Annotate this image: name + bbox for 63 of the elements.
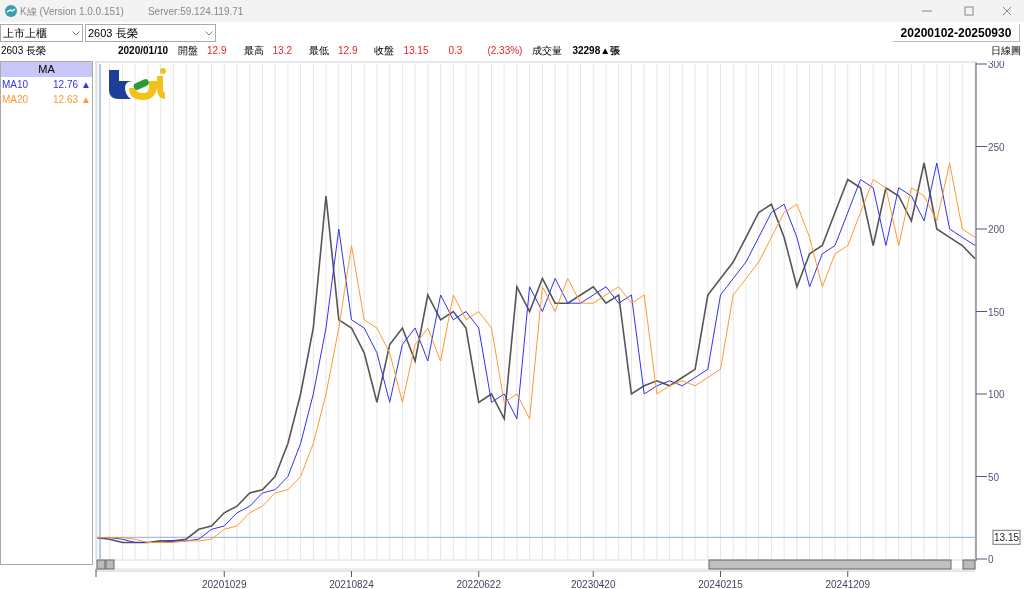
quote-label: 最低 xyxy=(309,43,329,58)
price-change-percent: (2.33%) xyxy=(487,43,523,58)
y-axis-tick: 200 xyxy=(975,224,1005,235)
volume-label: 成交量 xyxy=(532,43,563,58)
quote-date: 2020/01/10 xyxy=(118,43,169,58)
y-tick-label: 150 xyxy=(988,306,1006,318)
x-tick-label: 20210824 xyxy=(329,579,375,589)
scrollbar-button[interactable] xyxy=(96,559,106,570)
y-tick-label: 50 xyxy=(988,471,1000,483)
y-axis-tick: 100 xyxy=(975,389,1005,400)
scrollbar-thumb[interactable] xyxy=(708,559,952,570)
x-axis-tick: 20241209 xyxy=(825,570,870,589)
price-label: 13.15 xyxy=(992,529,1021,545)
scrollbar-button[interactable] xyxy=(105,559,115,570)
quote-label: 開盤 xyxy=(178,43,199,58)
window-title: K線 (Version 1.0.0.151) xyxy=(20,4,124,19)
indicator-value: 12.76 xyxy=(53,78,79,92)
trend-arrow: ▲ xyxy=(81,78,91,92)
chevron-down-icon xyxy=(205,30,213,36)
trend-arrow: ▲ xyxy=(81,93,91,107)
quote-value: 13.2 xyxy=(272,43,292,58)
dropdown[interactable]: 2603 長榮 xyxy=(85,24,216,42)
quote-value: 12.9 xyxy=(207,43,227,58)
quote-label: 收盤 xyxy=(374,43,395,58)
scrollbar-button[interactable] xyxy=(962,559,976,570)
maximize-icon[interactable] xyxy=(964,6,974,16)
x-tick-label: 20230420 xyxy=(571,579,616,589)
app-icon xyxy=(5,5,17,17)
indicator-name: MA20 xyxy=(2,93,29,107)
indicator-name: MA10 xyxy=(2,78,29,92)
panel-header: MA xyxy=(1,62,92,77)
y-axis-tick: 50 xyxy=(975,471,1000,483)
y-axis-tick: 250 xyxy=(975,141,1005,153)
x-axis-tick: 20210824 xyxy=(329,570,374,589)
quote-value: 13.15 xyxy=(403,43,429,58)
y-axis-tick: 300 xyxy=(975,61,1005,70)
close-icon[interactable] xyxy=(1002,6,1012,16)
y-tick-label: 200 xyxy=(988,224,1006,235)
x-axis-tick: 20230420 xyxy=(571,570,616,589)
indicator-value: 12.63 xyxy=(53,93,79,107)
price-change: 0.3 xyxy=(448,43,463,58)
x-axis-tick: 20220622 xyxy=(456,570,501,589)
y-axis-tick: 150 xyxy=(975,306,1005,318)
x-axis-tick: 20201029 xyxy=(202,570,247,589)
quote-value: 12.9 xyxy=(338,43,358,58)
server-address: Server:59.124.119.71 xyxy=(147,4,244,19)
chevron-down-icon xyxy=(72,30,80,36)
x-tick-label: 20201029 xyxy=(202,579,247,589)
dropdown[interactable]: 上市上櫃 xyxy=(0,24,83,42)
chart-type-label: 日線圖 xyxy=(991,43,1021,58)
y-tick-label: 100 xyxy=(988,389,1006,400)
y-tick-label: 0 xyxy=(988,554,994,565)
x-tick-label: 20241209 xyxy=(825,579,871,589)
x-tick-label: 20240215 xyxy=(698,579,744,589)
stock-symbol: 2603 長榮 xyxy=(0,43,48,58)
x-axis-tick: 20240215 xyxy=(698,570,743,589)
y-tick-label: 300 xyxy=(988,59,1006,70)
quote-label: 最高 xyxy=(243,43,264,58)
y-axis-tick: 0 xyxy=(975,554,994,565)
x-tick-label: 20220622 xyxy=(456,579,502,589)
y-tick-label: 250 xyxy=(988,141,1006,153)
volume-value: 32298▲張 xyxy=(572,43,621,58)
date-range-field[interactable]: 20200102-20250930 xyxy=(893,24,1020,42)
